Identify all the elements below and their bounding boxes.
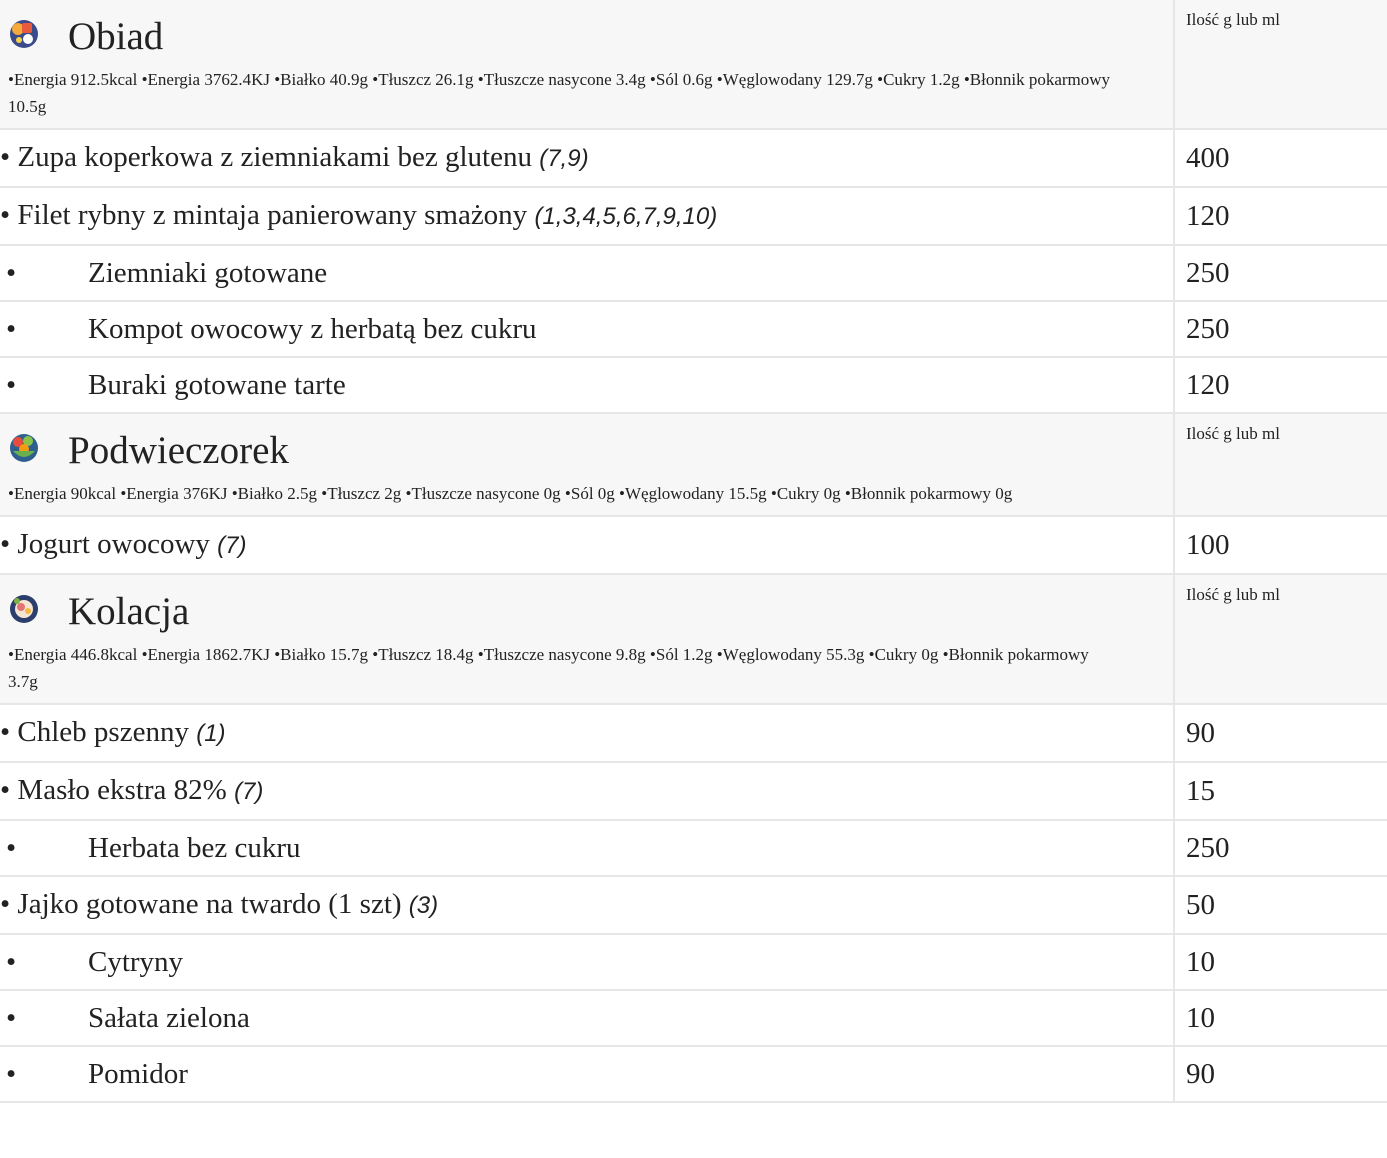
section-header-podwieczorek: Podwieczorek •Energia 90kcal •Energia 37… bbox=[0, 414, 1387, 517]
item-name-cell: • Herbata bez cukru bbox=[0, 821, 1173, 877]
item-name-cell: • Kompot owocowy z herbatą bez cukru bbox=[0, 302, 1173, 358]
item-name: Herbata bez cukru bbox=[88, 832, 301, 864]
item-qty: 100 bbox=[1173, 517, 1387, 575]
item-name-cell: • Ziemniaki gotowane bbox=[0, 246, 1173, 302]
item-allergens: (1,3,4,5,6,7,9,10) bbox=[534, 203, 718, 230]
item-qty: 15 bbox=[1173, 763, 1387, 821]
item-qty: 250 bbox=[1173, 302, 1387, 358]
item-name-cell: • Zupa koperkowa z ziemniakami bez glute… bbox=[0, 130, 1173, 188]
item-name: Filet rybny z mintaja panierowany smażon… bbox=[17, 199, 528, 231]
item-name-cell: • Jajko gotowane na twardo (1 szt) (3) bbox=[0, 877, 1173, 935]
section-title-cell: Podwieczorek •Energia 90kcal •Energia 37… bbox=[0, 414, 1173, 517]
table-row: • Jajko gotowane na twardo (1 szt) (3) 5… bbox=[0, 877, 1387, 935]
item-qty: 250 bbox=[1173, 821, 1387, 877]
table-row: • Herbata bez cukru 250 bbox=[0, 821, 1387, 877]
item-allergens: (7,9) bbox=[539, 145, 589, 172]
section-title: Podwieczorek bbox=[68, 429, 289, 472]
item-allergens: (7) bbox=[234, 778, 264, 805]
item-name-cell: • Cytryny bbox=[0, 935, 1173, 991]
table-row: • Filet rybny z mintaja panierowany smaż… bbox=[0, 188, 1387, 246]
item-name: Ziemniaki gotowane bbox=[88, 257, 328, 289]
item-name-cell: • Pomidor bbox=[0, 1047, 1173, 1103]
item-name: Jogurt owocowy bbox=[17, 528, 210, 560]
section-title: Kolacja bbox=[68, 590, 190, 633]
qty-header: Ilość g lub ml bbox=[1173, 414, 1387, 517]
section-title: Obiad bbox=[68, 15, 164, 58]
item-name: Zupa koperkowa z ziemniakami bez glutenu bbox=[17, 141, 532, 173]
item-name-cell: • Chleb pszenny (1) bbox=[0, 705, 1173, 763]
table-row: • Kompot owocowy z herbatą bez cukru 250 bbox=[0, 302, 1387, 358]
item-qty: 120 bbox=[1173, 358, 1387, 414]
table-row: • Buraki gotowane tarte 120 bbox=[0, 358, 1387, 414]
item-name: Masło ekstra 82% bbox=[17, 774, 227, 806]
item-name-cell: • Masło ekstra 82% (7) bbox=[0, 763, 1173, 821]
item-name: Cytryny bbox=[88, 946, 184, 978]
nutrition-summary: •Energia 90kcal •Energia 376KJ •Białko 2… bbox=[8, 484, 1013, 503]
section-header-kolacja: Kolacja •Energia 446.8kcal •Energia 1862… bbox=[0, 575, 1387, 705]
item-name: Chleb pszenny bbox=[17, 716, 189, 748]
item-qty: 50 bbox=[1173, 877, 1387, 935]
item-allergens: (3) bbox=[408, 892, 439, 919]
item-allergens: (7) bbox=[217, 532, 247, 559]
item-name: Jajko gotowane na twardo (1 szt) bbox=[17, 888, 402, 920]
table-row: • Sałata zielona 10 bbox=[0, 991, 1387, 1047]
menu-table: Obiad •Energia 912.5kcal •Energia 3762.4… bbox=[0, 0, 1387, 1103]
section-header-obiad: Obiad •Energia 912.5kcal •Energia 3762.4… bbox=[0, 0, 1387, 130]
item-name-cell: • Buraki gotowane tarte bbox=[0, 358, 1173, 414]
section-title-cell: Kolacja •Energia 446.8kcal •Energia 1862… bbox=[0, 575, 1173, 705]
item-qty: 120 bbox=[1173, 188, 1387, 246]
item-name: Kompot owocowy z herbatą bez cukru bbox=[88, 313, 537, 345]
lunch-plate-icon bbox=[10, 20, 38, 48]
qty-header: Ilość g lub ml bbox=[1173, 575, 1387, 705]
item-qty: 400 bbox=[1173, 130, 1387, 188]
fruit-bowl-icon bbox=[10, 434, 38, 462]
item-qty: 90 bbox=[1173, 1047, 1387, 1103]
item-name-cell: • Filet rybny z mintaja panierowany smaż… bbox=[0, 188, 1173, 246]
table-row: • Ziemniaki gotowane 250 bbox=[0, 246, 1387, 302]
item-allergens: (1) bbox=[196, 720, 226, 747]
table-row: • Jogurt owocowy (7) 100 bbox=[0, 517, 1387, 575]
nutrition-summary: •Energia 912.5kcal •Energia 3762.4KJ •Bi… bbox=[8, 70, 1111, 116]
dinner-plate-icon bbox=[10, 595, 38, 623]
item-qty: 10 bbox=[1173, 935, 1387, 991]
item-name-cell: • Sałata zielona bbox=[0, 991, 1173, 1047]
table-row: • Zupa koperkowa z ziemniakami bez glute… bbox=[0, 130, 1387, 188]
item-qty: 250 bbox=[1173, 246, 1387, 302]
item-name: Buraki gotowane tarte bbox=[88, 369, 346, 401]
item-qty: 90 bbox=[1173, 705, 1387, 763]
table-row: • Masło ekstra 82% (7) 15 bbox=[0, 763, 1387, 821]
table-row: • Cytryny 10 bbox=[0, 935, 1387, 991]
item-qty: 10 bbox=[1173, 991, 1387, 1047]
table-row: • Chleb pszenny (1) 90 bbox=[0, 705, 1387, 763]
nutrition-summary: •Energia 446.8kcal •Energia 1862.7KJ •Bi… bbox=[8, 645, 1089, 691]
qty-header: Ilość g lub ml bbox=[1173, 0, 1387, 130]
item-name-cell: • Jogurt owocowy (7) bbox=[0, 517, 1173, 575]
item-name: Sałata zielona bbox=[88, 1002, 250, 1034]
item-name: Pomidor bbox=[88, 1058, 188, 1090]
section-title-cell: Obiad •Energia 912.5kcal •Energia 3762.4… bbox=[0, 0, 1173, 130]
table-row: • Pomidor 90 bbox=[0, 1047, 1387, 1103]
